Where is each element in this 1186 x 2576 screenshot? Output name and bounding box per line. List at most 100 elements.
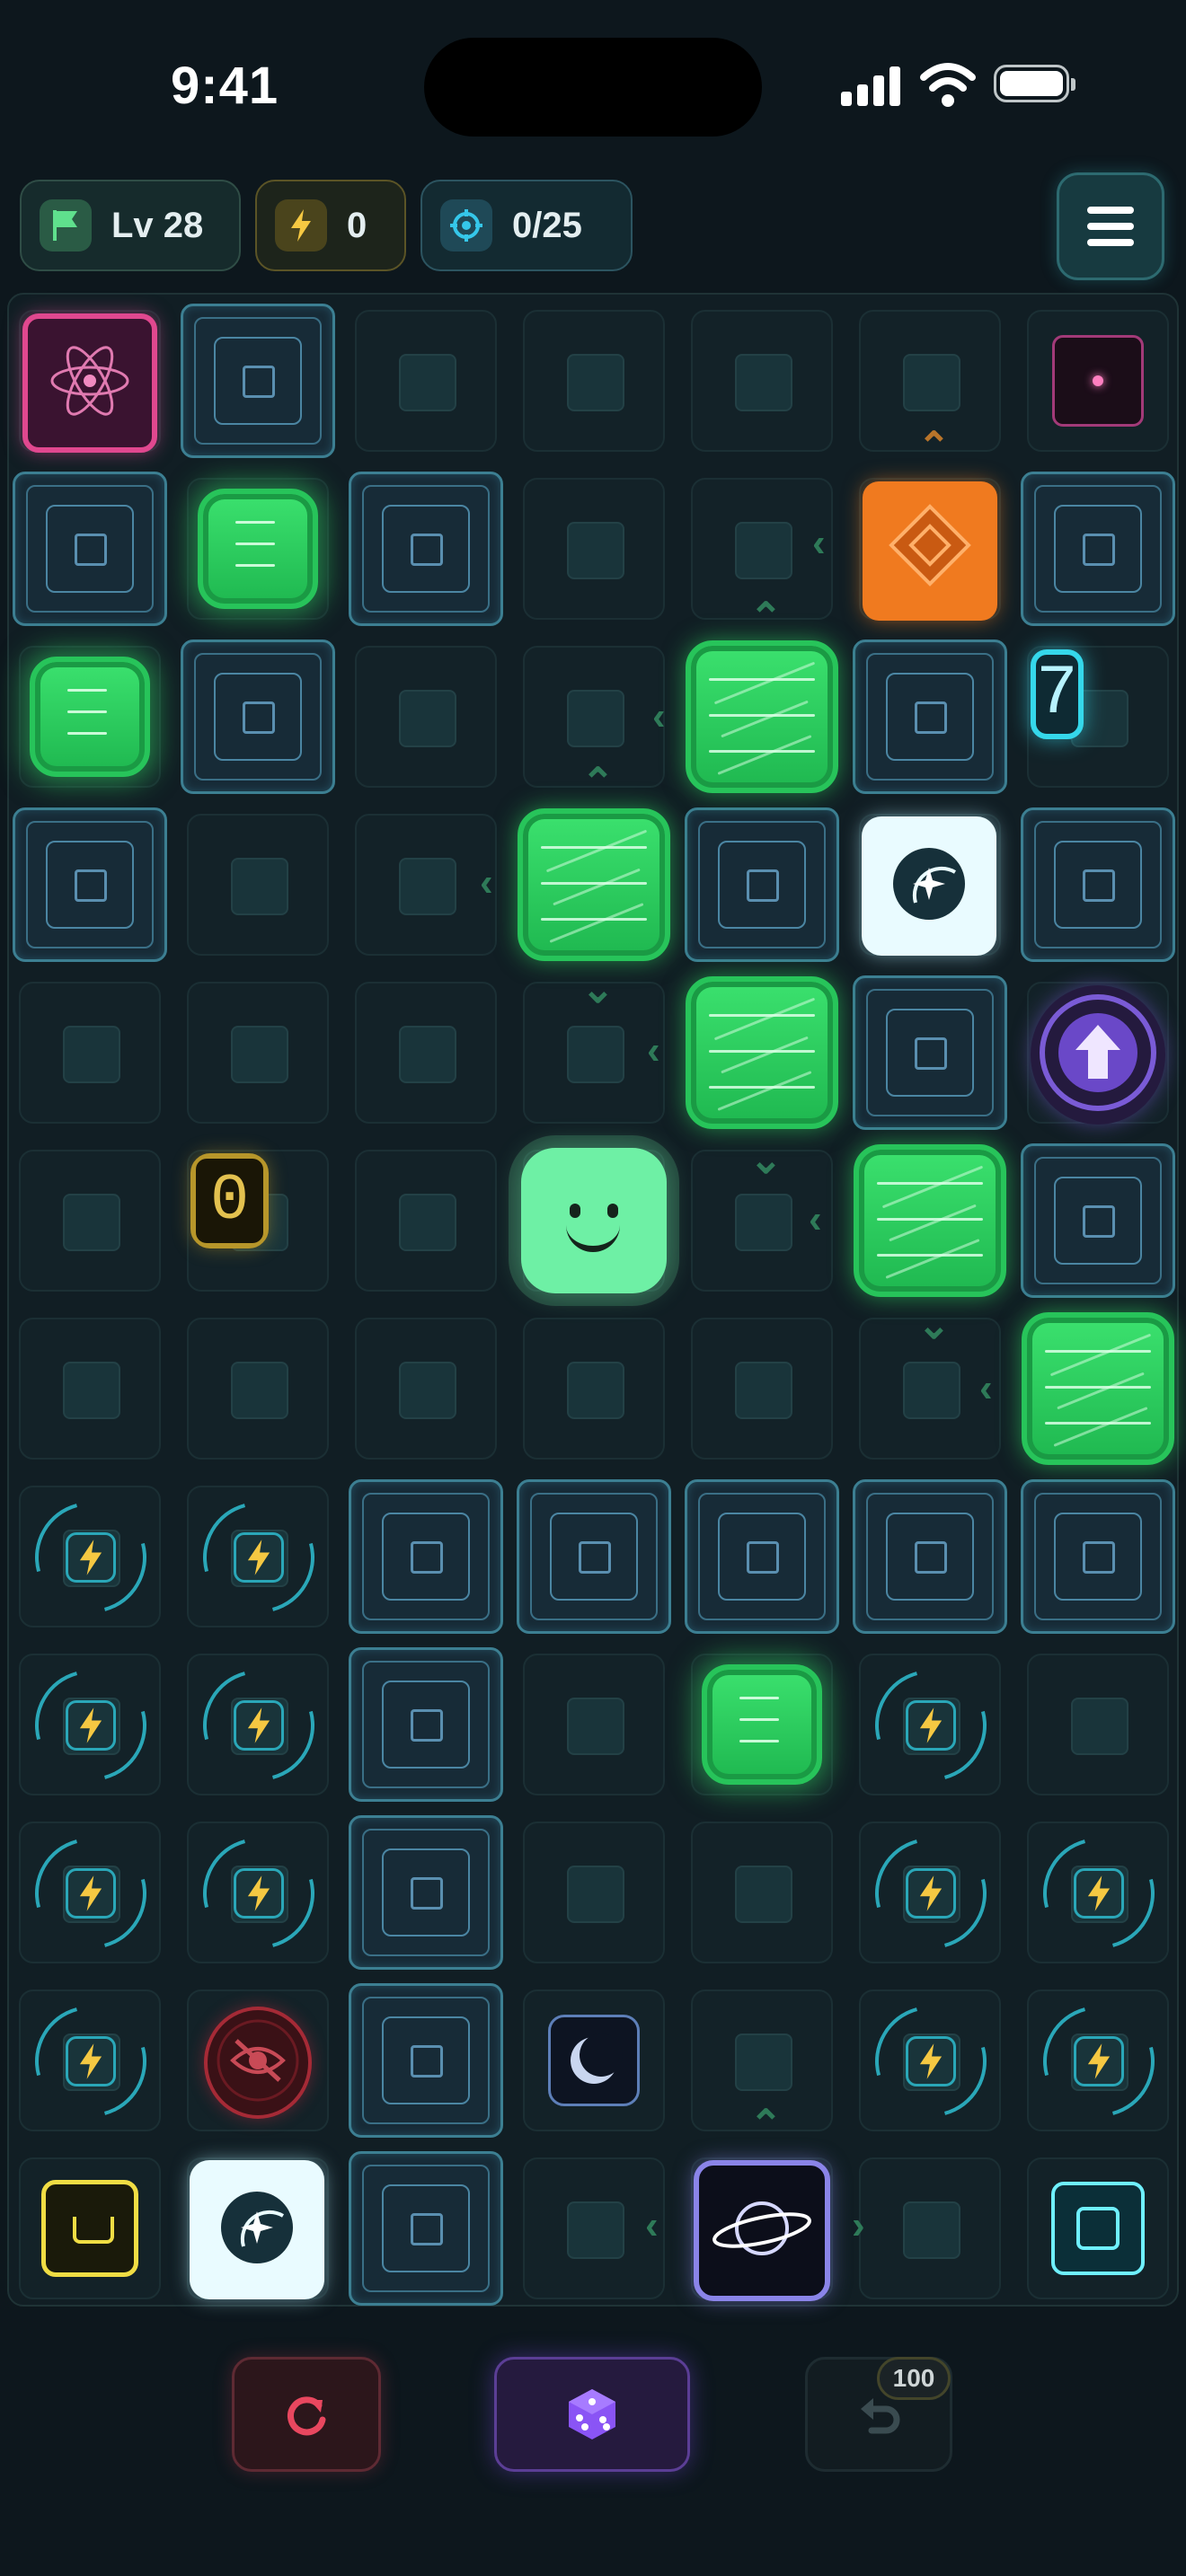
energy-box [66, 2036, 116, 2086]
grid-cell [187, 982, 329, 1124]
grid-cell [19, 982, 161, 1124]
direction-arrow: ‹ [812, 521, 826, 565]
energy-pickup[interactable] [14, 1817, 167, 1970]
small-slider-block[interactable] [198, 489, 318, 609]
energy-pickup[interactable] [854, 1985, 1007, 2138]
energy-pickup[interactable] [14, 1481, 167, 1634]
cell-socket [903, 2201, 960, 2259]
energy-pickup[interactable] [14, 1985, 167, 2138]
cyan-chip-inner [1076, 2207, 1120, 2250]
level-label: Lv 28 [111, 205, 204, 245]
wall-inset [411, 1541, 443, 1574]
lightning-icon [79, 1539, 102, 1575]
direction-arrow: ‹ [645, 2203, 659, 2247]
orange-diamond-tile[interactable] [863, 481, 997, 621]
slider-line [713, 661, 816, 705]
slider-block[interactable] [686, 640, 838, 793]
energy-box [906, 1868, 956, 1919]
energy-pickup[interactable] [14, 1649, 167, 1802]
dynamic-island [424, 38, 762, 137]
direction-arrow: › [852, 2203, 865, 2247]
slider-block[interactable] [686, 976, 838, 1129]
planet-icon [712, 2201, 811, 2255]
slider-line [541, 846, 647, 849]
energy-pickup[interactable] [182, 1817, 335, 1970]
cell-socket [399, 1362, 456, 1419]
direction-arrow: ⌄ [581, 967, 615, 1011]
grid-cell [523, 478, 665, 620]
wall-inset [411, 1877, 443, 1910]
energy-pickup[interactable] [182, 1481, 335, 1634]
grid-cell [355, 646, 497, 788]
wall-inset [915, 1037, 947, 1070]
wall-inset [75, 534, 107, 566]
energy-box [906, 1700, 956, 1751]
slider-block[interactable] [1022, 1312, 1174, 1465]
slider-block[interactable] [518, 808, 670, 961]
direction-arrow: ‹ [647, 1028, 660, 1072]
grid-cell [355, 1150, 497, 1292]
cell-socket [399, 858, 456, 915]
lightning-icon [247, 1707, 270, 1743]
energy-pickup[interactable] [1022, 1817, 1175, 1970]
star-portal-tile[interactable] [190, 2160, 324, 2299]
slider-line [67, 710, 107, 713]
counter-digit: 0 [196, 1159, 264, 1243]
counter-zero-tile[interactable]: 0 [190, 1153, 270, 1248]
direction-arrow: ⌃ [749, 595, 783, 640]
grid-cell [19, 1318, 161, 1460]
wall-block [517, 1479, 671, 1634]
wall-inset [1083, 869, 1115, 902]
grid-cell [355, 1318, 497, 1460]
planet-tile[interactable] [694, 2160, 830, 2301]
jump-arrow-tile[interactable] [1031, 985, 1165, 1125]
hidden-eye-tile[interactable] [204, 2007, 312, 2119]
slider-line [889, 1204, 977, 1242]
star-portal-tile[interactable] [862, 816, 996, 956]
direction-arrow: ‹ [480, 860, 493, 904]
energy-pickup[interactable] [1022, 1985, 1175, 2138]
slider-line [67, 689, 107, 692]
cell-socket [1071, 1698, 1128, 1755]
small-slider-block[interactable] [30, 657, 150, 777]
wall-block [181, 304, 335, 458]
direction-arrow: ⌃ [917, 425, 951, 469]
player-smiley[interactable] [521, 1148, 667, 1293]
grid-cell [187, 1318, 329, 1460]
slider-line [549, 903, 644, 943]
slider-line [739, 1718, 779, 1721]
wall-inset [1083, 534, 1115, 566]
energy-box [66, 1532, 116, 1583]
lightning-icon [247, 1539, 270, 1575]
small-slider-block[interactable] [702, 1664, 822, 1785]
restart-button[interactable] [232, 2357, 381, 2472]
wall-block [1021, 1143, 1175, 1298]
energy-pickup[interactable] [182, 1649, 335, 1802]
menu-line [1087, 207, 1134, 214]
wall-inset [243, 701, 275, 734]
lightning-icon [1087, 2043, 1111, 2079]
slider-line [67, 732, 107, 735]
lightning-icon [79, 1875, 102, 1911]
energy-box [234, 1868, 284, 1919]
cell-socket [567, 2201, 624, 2259]
lightning-icon [79, 1707, 102, 1743]
dice-button[interactable] [494, 2357, 690, 2472]
energy-pickup[interactable] [854, 1817, 1007, 1970]
slider-line [709, 714, 815, 717]
dice-icon [569, 2389, 615, 2439]
cell-socket [231, 1026, 288, 1083]
slider-line [235, 564, 275, 567]
energy-box [1074, 2036, 1124, 2086]
cell-socket [903, 354, 960, 411]
slider-block[interactable] [854, 1144, 1006, 1297]
slider-line [709, 1086, 815, 1089]
cell-socket [735, 1362, 792, 1419]
direction-arrow: ⌄ [749, 1138, 783, 1182]
direction-arrow: ⌃ [749, 2103, 783, 2147]
menu-button[interactable] [1057, 172, 1164, 280]
atom-tile[interactable] [22, 313, 157, 453]
wall-block [853, 975, 1007, 1130]
counter-seven-tile[interactable]: 7 [1031, 649, 1084, 739]
energy-pickup[interactable] [854, 1649, 1007, 1802]
